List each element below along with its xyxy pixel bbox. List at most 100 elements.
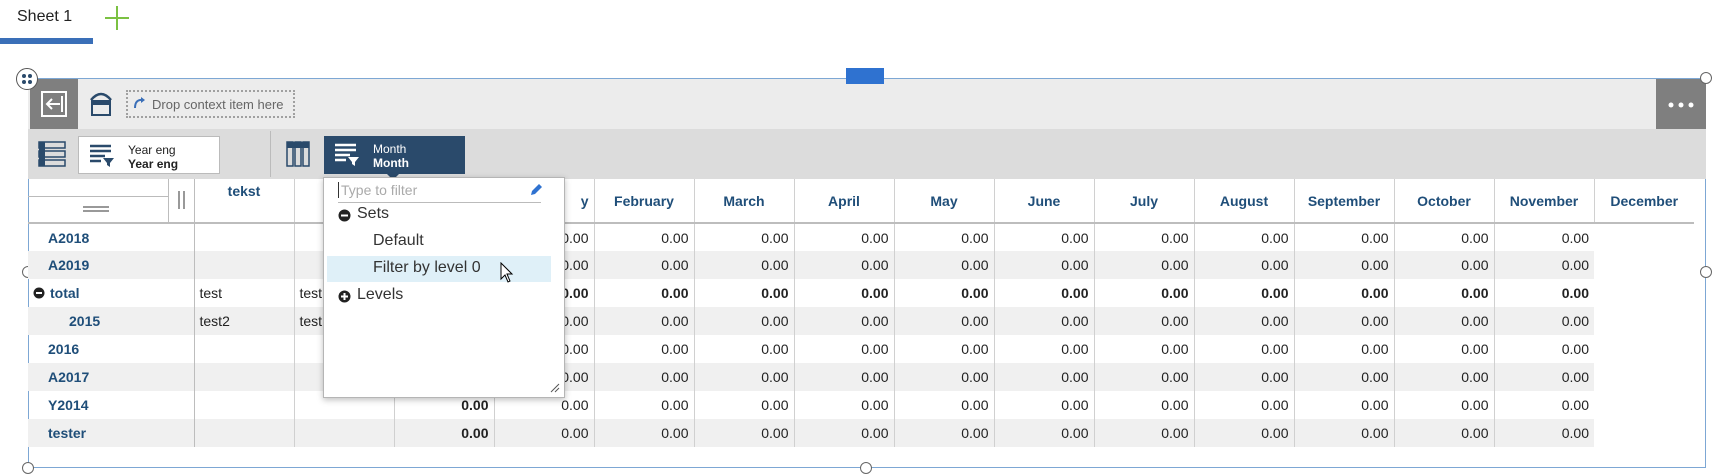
column-header-december[interactable]: December <box>1594 179 1694 224</box>
value-cell[interactable]: 0.00 <box>1394 279 1495 307</box>
value-cell[interactable]: 0.00 <box>594 279 695 307</box>
rows-edge-icon[interactable] <box>38 141 66 167</box>
column-header-november[interactable]: November <box>1494 179 1595 224</box>
text-cell[interactable] <box>194 251 295 279</box>
value-cell[interactable]: 0.00 <box>994 223 1095 251</box>
move-widget-handle[interactable] <box>16 68 38 90</box>
text-cell[interactable]: test2 <box>194 307 295 335</box>
pencil-icon[interactable] <box>528 182 544 198</box>
column-header-april[interactable]: April <box>794 179 895 224</box>
text-cell[interactable] <box>194 419 295 447</box>
value-cell[interactable]: 0.00 <box>1394 223 1495 251</box>
columns-edge-icon[interactable] <box>286 141 310 167</box>
value-cell[interactable]: 0.00 <box>794 335 895 363</box>
more-options-button[interactable] <box>1656 79 1706 129</box>
value-cell[interactable]: 0.00 <box>994 391 1095 419</box>
row-header[interactable]: A2019 <box>28 251 195 279</box>
dropdown-group-sets[interactable]: Sets <box>324 202 564 228</box>
value-cell[interactable]: 0.00 <box>1394 391 1495 419</box>
value-cell[interactable]: 0.00 <box>1294 363 1395 391</box>
row-header[interactable]: 2015 <box>28 307 195 335</box>
value-cell[interactable]: 0.00 <box>1294 307 1395 335</box>
value-cell[interactable]: 0.00 <box>1494 279 1594 307</box>
value-cell[interactable]: 0.00 <box>494 419 595 447</box>
resize-handle-top-right[interactable] <box>1700 72 1712 84</box>
value-cell[interactable]: 0.00 <box>1094 363 1195 391</box>
row-header[interactable]: tester <box>28 419 195 447</box>
resize-handle-bottom-left[interactable] <box>22 462 34 474</box>
columns-dimension-chip[interactable]: Month Month <box>324 136 465 180</box>
value-cell[interactable]: 0.00 <box>794 419 895 447</box>
dropdown-item-default[interactable]: Default <box>324 229 564 255</box>
value-cell[interactable]: 0.00 <box>994 335 1095 363</box>
value-cell[interactable]: 0.00 <box>1294 251 1395 279</box>
drop-context-zone[interactable]: Drop context item here <box>126 90 295 118</box>
value-cell[interactable]: 0.00 <box>1194 419 1295 447</box>
value-cell[interactable]: 0.00 <box>1294 279 1395 307</box>
value-cell[interactable]: 0.00 <box>694 391 795 419</box>
value-cell[interactable]: 0.00 <box>1494 391 1594 419</box>
top-drag-handle[interactable] <box>846 68 884 84</box>
value-cell[interactable]: 0.00 <box>1094 279 1195 307</box>
rows-dimension-chip[interactable]: Year eng Year eng <box>78 136 220 174</box>
value-cell[interactable]: 0.00 <box>1094 335 1195 363</box>
value-cell[interactable]: 0.00 <box>1294 223 1395 251</box>
value-cell[interactable]: 0.00 <box>1394 251 1495 279</box>
value-cell[interactable]: 0.00 <box>1194 335 1295 363</box>
value-cell[interactable]: 0.00 <box>1394 419 1495 447</box>
value-cell[interactable]: 0.00 <box>994 363 1095 391</box>
row-header[interactable]: A2017 <box>28 363 195 391</box>
value-cell[interactable]: 0.00 <box>994 419 1095 447</box>
value-cell[interactable]: 0.00 <box>394 419 495 447</box>
value-cell[interactable]: 0.00 <box>1094 307 1195 335</box>
column-header-may[interactable]: May <box>894 179 995 224</box>
value-cell[interactable]: 0.00 <box>594 251 695 279</box>
value-cell[interactable]: 0.00 <box>1494 335 1594 363</box>
value-cell[interactable]: 0.00 <box>794 251 895 279</box>
value-cell[interactable]: 0.00 <box>694 335 795 363</box>
value-cell[interactable]: 0.00 <box>594 335 695 363</box>
value-cell[interactable]: 0.00 <box>1494 223 1594 251</box>
text-cell[interactable]: test <box>194 279 295 307</box>
add-sheet-button[interactable] <box>104 5 130 31</box>
value-cell[interactable]: 0.00 <box>594 391 695 419</box>
resize-handle-right[interactable] <box>1700 266 1712 278</box>
value-cell[interactable]: 0.00 <box>894 251 995 279</box>
value-cell[interactable]: 0.00 <box>894 419 995 447</box>
resize-handle-bottom[interactable] <box>860 462 872 474</box>
value-cell[interactable]: 0.00 <box>794 279 895 307</box>
column-header-february[interactable]: February <box>594 179 695 224</box>
dropdown-group-levels[interactable]: Levels <box>324 283 564 309</box>
row-resize-handle-icon[interactable] <box>83 205 109 213</box>
text-cell[interactable] <box>194 335 295 363</box>
value-cell[interactable]: 0.00 <box>894 363 995 391</box>
value-cell[interactable]: 0.00 <box>1094 223 1195 251</box>
column-header-march[interactable]: March <box>694 179 795 224</box>
collapse-circle-icon[interactable] <box>33 287 45 299</box>
value-cell[interactable]: 0.00 <box>594 419 695 447</box>
value-cell[interactable]: 0.00 <box>1194 363 1295 391</box>
value-cell[interactable]: 0.00 <box>794 223 895 251</box>
value-cell[interactable]: 0.00 <box>1194 307 1295 335</box>
value-cell[interactable]: 0.00 <box>794 307 895 335</box>
value-cell[interactable]: 0.00 <box>1494 363 1594 391</box>
value-cell[interactable]: 0.00 <box>1294 419 1395 447</box>
value-cell[interactable]: 0.00 <box>894 223 995 251</box>
value-cell[interactable]: 0.00 <box>1294 335 1395 363</box>
value-cell[interactable]: 0.00 <box>1194 251 1295 279</box>
value-cell[interactable]: 0.00 <box>1394 335 1495 363</box>
value-cell[interactable]: 0.00 <box>694 307 795 335</box>
dropdown-item-filter-by-level-0[interactable]: Filter by level 0 <box>327 256 551 282</box>
value-cell[interactable]: 0.00 <box>1094 391 1195 419</box>
column-splitter[interactable] <box>168 179 195 224</box>
value-cell[interactable]: 0.00 <box>694 419 795 447</box>
value-cell[interactable]: 0.00 <box>1494 251 1594 279</box>
row-header[interactable]: 2016 <box>28 335 195 363</box>
column-header-tekst[interactable]: tekst <box>194 179 295 224</box>
row-header[interactable]: A2018 <box>28 223 195 251</box>
value-cell[interactable]: 0.00 <box>1194 223 1295 251</box>
value-cell[interactable]: 0.00 <box>994 251 1095 279</box>
text-cell[interactable] <box>194 363 295 391</box>
value-cell[interactable]: 0.00 <box>894 307 995 335</box>
value-cell[interactable]: 0.00 <box>994 279 1095 307</box>
